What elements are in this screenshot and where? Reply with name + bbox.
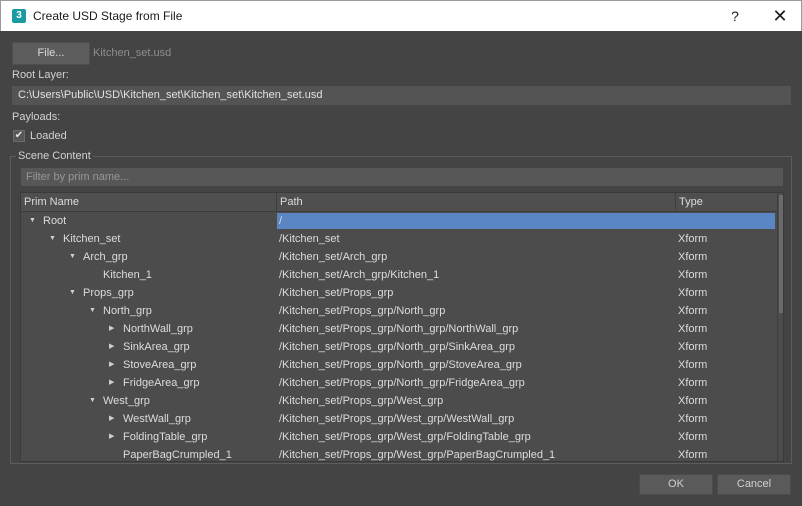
close-button[interactable]: ✕ — [759, 1, 801, 31]
prim-name-cell: NorthWall_grp — [123, 323, 193, 335]
type-cell: Xform — [678, 359, 708, 371]
prim-name-cell: SinkArea_grp — [123, 341, 190, 353]
prim-name-cell: Kitchen_set — [63, 233, 121, 245]
tree-row[interactable]: ▶ WestWall_grp/Kitchen_set/Props_grp/West… — [21, 410, 775, 428]
path-cell: /Kitchen_set/Props_grp/North_grp — [279, 305, 446, 317]
path-cell: /Kitchen_set — [279, 233, 340, 245]
type-cell: Xform — [678, 305, 708, 317]
type-cell: Xform — [678, 377, 708, 389]
tree-row[interactable]: ▶ FoldingTable_grp/Kitchen_set/Props_grp/… — [21, 428, 775, 446]
window-title: Create USD Stage from File — [33, 9, 183, 23]
type-cell: Xform — [678, 287, 708, 299]
column-header-path[interactable]: Path — [276, 193, 675, 212]
tree-row[interactable]: ▶ FridgeArea_grp/Kitchen_set/Props_grp/No… — [21, 374, 775, 392]
type-cell: Xform — [678, 413, 708, 425]
type-cell: Xform — [678, 233, 708, 245]
type-cell: Xform — [678, 395, 708, 407]
collapse-arrow-icon[interactable]: ▶ — [109, 410, 114, 428]
ok-button[interactable]: OK — [639, 474, 713, 495]
expand-arrow-icon[interactable]: ▼ — [89, 302, 96, 320]
path-cell: / — [279, 215, 283, 227]
prim-name-cell: FridgeArea_grp — [123, 377, 200, 389]
prim-name-cell: Props_grp — [83, 287, 134, 299]
tree-row[interactable]: ▼ North_grp/Kitchen_set/Props_grp/North_g… — [21, 302, 775, 320]
type-cell: Xform — [678, 323, 708, 335]
type-cell: Xform — [678, 449, 708, 461]
path-cell: /Kitchen_set/Props_grp/West_grp — [279, 395, 444, 407]
loaded-checkbox[interactable]: ✔ — [13, 130, 25, 142]
tree-row[interactable]: ▼ Root / — [21, 212, 775, 230]
tree-row[interactable]: ▼ Kitchen_set/Kitchen_set Xform — [21, 230, 775, 248]
checkmark-icon: ✔ — [14, 130, 24, 141]
tree-row[interactable]: ▼ Props_grp/Kitchen_set/Props_grp Xform — [21, 284, 775, 302]
tree-row[interactable]: ▼ Arch_grp/Kitchen_set/Arch_grp Xform — [21, 248, 775, 266]
tree-row[interactable]: ▶ StoveArea_grp/Kitchen_set/Props_grp/Nor… — [21, 356, 775, 374]
prim-name-cell: PaperBagCrumpled_1 — [123, 449, 232, 461]
root-layer-label: Root Layer: — [12, 69, 69, 81]
type-cell: Xform — [678, 431, 708, 443]
loaded-label: Loaded — [30, 130, 67, 142]
prim-name-cell: Arch_grp — [83, 251, 128, 263]
path-cell: /Kitchen_set/Props_grp/West_grp/WestWall… — [279, 413, 515, 425]
expand-arrow-icon[interactable]: ▼ — [49, 230, 56, 248]
collapse-arrow-icon[interactable]: ▶ — [109, 356, 114, 374]
app-icon: 3 — [12, 9, 26, 23]
prim-tree-view[interactable]: Prim Name Path Type ▼ Root / ▼ Kitchen_set/K… — [20, 192, 784, 462]
tree-row[interactable]: PaperBagCrumpled_1/Kitchen_set/Props_grp… — [21, 446, 775, 461]
scrollbar-thumb[interactable] — [779, 195, 783, 313]
root-layer-path-field[interactable]: C:\Users\Public\USD\Kitchen_set\Kitchen_… — [12, 86, 791, 105]
type-cell: Xform — [678, 251, 708, 263]
type-cell: Xform — [678, 269, 708, 281]
expand-arrow-icon[interactable]: ▼ — [69, 248, 76, 266]
tree-row[interactable]: Kitchen_1/Kitchen_set/Arch_grp/Kitchen_1… — [21, 266, 775, 284]
type-cell: Xform — [678, 341, 708, 353]
path-cell: /Kitchen_set/Props_grp — [279, 287, 394, 299]
path-cell: /Kitchen_set/Props_grp/West_grp/FoldingT… — [279, 431, 531, 443]
prim-name-cell: North_grp — [103, 305, 152, 317]
file-name-label: Kitchen_set.usd — [93, 47, 172, 59]
prim-name-cell: Kitchen_1 — [103, 269, 152, 281]
scene-content-title: Scene Content — [16, 150, 93, 162]
tree-row[interactable]: ▶ SinkArea_grp/Kitchen_set/Props_grp/Nort… — [21, 338, 775, 356]
collapse-arrow-icon[interactable]: ▶ — [109, 338, 114, 356]
filter-input[interactable]: Filter by prim name... — [21, 168, 783, 186]
path-cell: /Kitchen_set/Props_grp/West_grp/PaperBag… — [279, 449, 556, 461]
path-cell: /Kitchen_set/Props_grp/North_grp/SinkAre… — [279, 341, 516, 353]
path-cell: /Kitchen_set/Arch_grp/Kitchen_1 — [279, 269, 440, 281]
path-cell: /Kitchen_set/Props_grp/North_grp/StoveAr… — [279, 359, 522, 371]
title-bar: 3 Create USD Stage from File ? ✕ — [0, 0, 802, 31]
expand-arrow-icon[interactable]: ▼ — [29, 212, 36, 230]
tree-row[interactable]: ▶ NorthWall_grp/Kitchen_set/Props_grp/Nor… — [21, 320, 775, 338]
tree-row[interactable]: ▼ West_grp/Kitchen_set/Props_grp/West_grp… — [21, 392, 775, 410]
vertical-scrollbar[interactable] — [777, 193, 783, 461]
collapse-arrow-icon[interactable]: ▶ — [109, 374, 114, 392]
selection-highlight — [277, 213, 775, 229]
prim-name-cell: WestWall_grp — [123, 413, 191, 425]
help-button[interactable]: ? — [717, 1, 753, 31]
prim-name-cell: FoldingTable_grp — [123, 431, 208, 443]
column-header-prim-name[interactable]: Prim Name — [21, 193, 276, 212]
payloads-label: Payloads: — [12, 111, 61, 123]
cancel-button[interactable]: Cancel — [717, 474, 791, 495]
path-cell: /Kitchen_set/Props_grp/North_grp/FridgeA… — [279, 377, 525, 389]
path-cell: /Kitchen_set/Arch_grp — [279, 251, 388, 263]
collapse-arrow-icon[interactable]: ▶ — [109, 320, 114, 338]
file-button[interactable]: File... — [12, 42, 90, 65]
column-header-type[interactable]: Type — [675, 193, 777, 212]
expand-arrow-icon[interactable]: ▼ — [69, 284, 76, 302]
collapse-arrow-icon[interactable]: ▶ — [109, 428, 114, 446]
prim-name-cell: StoveArea_grp — [123, 359, 197, 371]
expand-arrow-icon[interactable]: ▼ — [89, 392, 96, 410]
tree-header: Prim Name Path Type — [21, 193, 777, 212]
path-cell: /Kitchen_set/Props_grp/North_grp/NorthWa… — [279, 323, 519, 335]
prim-name-cell: Root — [43, 215, 67, 227]
prim-name-cell: West_grp — [103, 395, 150, 407]
